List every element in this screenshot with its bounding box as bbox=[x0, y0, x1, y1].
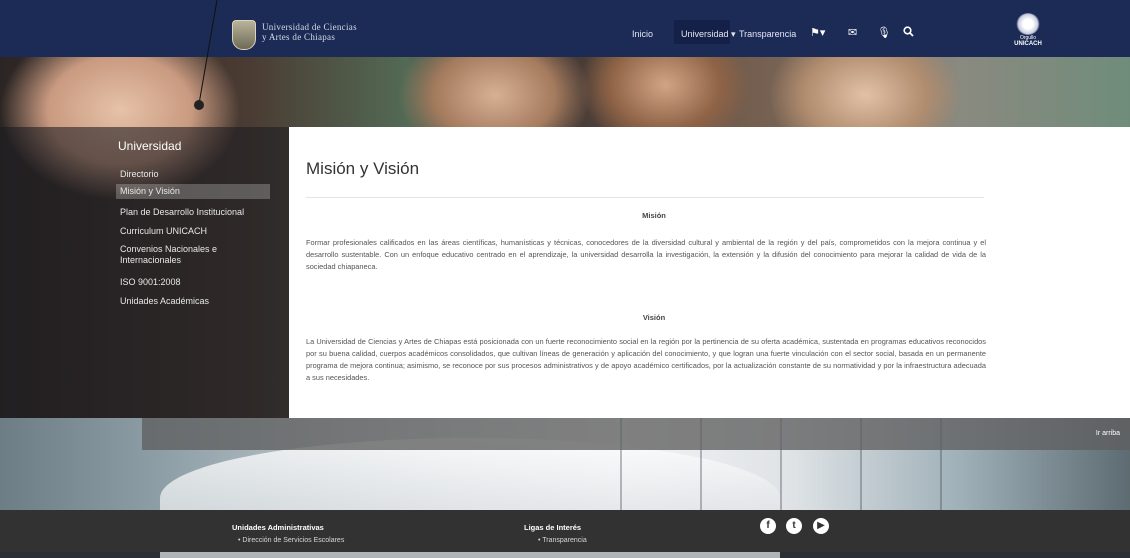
sidebar-item-iso[interactable]: ISO 9001:2008 bbox=[120, 277, 181, 287]
microphone-icon[interactable]: 🎙 bbox=[877, 26, 891, 39]
vision-paragraph: La Universidad de Ciencias y Artes de Ch… bbox=[306, 337, 986, 382]
page-title: Misión y Visión bbox=[306, 159, 420, 178]
sidebar-item-curriculum[interactable]: Curriculum UNICACH bbox=[120, 226, 207, 236]
orgullo-unicach-logo[interactable]: Orgullo UNICACH bbox=[1012, 13, 1044, 49]
youtube-icon[interactable]: ▶ bbox=[813, 518, 829, 534]
sidebar-title: Universidad bbox=[118, 139, 182, 153]
mision-heading: Misión bbox=[642, 211, 666, 220]
mision-paragraph: Formar profesionales calificados en las … bbox=[306, 238, 986, 271]
sidebar-item-unidades-academicas[interactable]: Unidades Académicas bbox=[120, 296, 209, 306]
orgullo-burst-icon bbox=[1016, 13, 1040, 35]
footer-link-servicios-escolares[interactable]: • Dirección de Servicios Escolares bbox=[238, 537, 344, 544]
top-navbar bbox=[0, 0, 1130, 57]
facebook-icon[interactable]: f bbox=[760, 518, 776, 534]
sidebar-item-plan-desarrollo[interactable]: Plan de Desarrollo Institucional bbox=[120, 207, 244, 217]
content-card: Misión y Visión Misión Formar profesiona… bbox=[289, 127, 1130, 418]
orgullo-line-2: UNICACH bbox=[1014, 41, 1042, 47]
brand-name[interactable]: Universidad de Ciencias y Artes de Chiap… bbox=[262, 22, 357, 42]
cursor-pin-line bbox=[194, 0, 218, 110]
sidebar-item-mision-vision[interactable]: Misión y Visión bbox=[116, 184, 270, 199]
footer-link-transparencia[interactable]: • Transparencia bbox=[538, 537, 587, 544]
nav-universidad[interactable]: Universidad ▾ bbox=[681, 29, 736, 40]
envelope-icon[interactable]: ✉ bbox=[848, 26, 857, 39]
back-to-top-link[interactable]: Ir arriba bbox=[1096, 430, 1120, 437]
sidebar-item-directorio[interactable]: Directorio bbox=[120, 169, 159, 179]
nav-transparencia[interactable]: Transparencia bbox=[739, 29, 796, 39]
vision-heading: Visión bbox=[642, 313, 666, 322]
flag-icon[interactable]: ⚑▾ bbox=[810, 26, 825, 39]
section-sidebar: Universidad Directorio Misión y Visión P… bbox=[0, 127, 289, 418]
brand-line-1: Universidad de Ciencias bbox=[262, 22, 357, 32]
footer-col1-title: Unidades Administrativas bbox=[232, 523, 324, 532]
footer-col2-title: Ligas de Interés bbox=[524, 523, 582, 532]
brand-line-2: y Artes de Chiapas bbox=[262, 32, 336, 42]
search-icon[interactable] bbox=[903, 26, 914, 40]
nav-inicio[interactable]: Inicio bbox=[632, 29, 653, 39]
site-footer: Unidades Administrativas • Dirección de … bbox=[0, 510, 1130, 552]
twitter-icon[interactable]: t bbox=[786, 518, 802, 534]
sidebar-item-convenios[interactable]: Convenios Nacionales e Internacionales bbox=[120, 244, 250, 266]
back-to-top-bar: Ir arriba bbox=[142, 418, 1130, 450]
title-divider bbox=[306, 197, 984, 198]
